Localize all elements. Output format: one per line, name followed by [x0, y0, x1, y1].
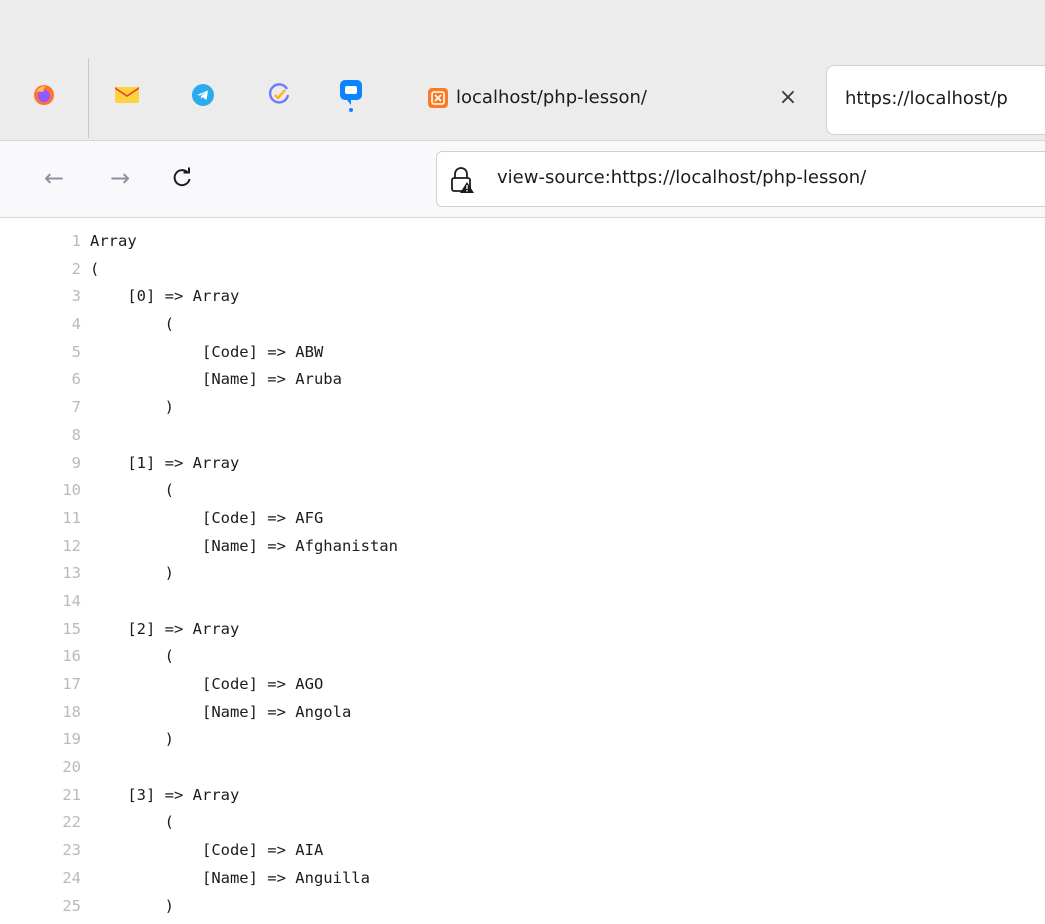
- line-number: 23: [0, 841, 90, 859]
- line-code: [Code] => AIA: [90, 841, 323, 859]
- insecure-lock-icon[interactable]: [449, 166, 477, 194]
- line-code: (: [90, 481, 174, 499]
- source-line: 11 [Code] => AFG: [0, 509, 1045, 537]
- source-line: 21 [3] => Array: [0, 786, 1045, 814]
- line-number: 22: [0, 813, 90, 831]
- source-line: 16 (: [0, 647, 1045, 675]
- source-line: 8: [0, 426, 1045, 454]
- line-code: [Name] => Aruba: [90, 370, 342, 388]
- source-line: 10 (: [0, 481, 1045, 509]
- line-code: [Name] => Angola: [90, 703, 351, 721]
- tab-second[interactable]: https://localhost/p: [826, 65, 1045, 135]
- source-line: 24 [Name] => Anguilla: [0, 869, 1045, 897]
- line-code: [2] => Array: [90, 620, 239, 638]
- source-line: 5 [Code] => ABW: [0, 343, 1045, 371]
- line-number: 19: [0, 730, 90, 748]
- line-number: 14: [0, 592, 90, 610]
- source-line: 1Array: [0, 232, 1045, 260]
- source-line: 22 (: [0, 813, 1045, 841]
- line-code: ): [90, 398, 174, 416]
- messenger-icon[interactable]: [337, 81, 365, 109]
- line-number: 9: [0, 454, 90, 472]
- line-number: 1: [0, 232, 90, 250]
- source-line: 7 ): [0, 398, 1045, 426]
- line-code: (: [90, 260, 99, 278]
- back-button[interactable]: ←: [37, 161, 71, 195]
- source-line: 19 ): [0, 730, 1045, 758]
- forward-button[interactable]: →: [103, 161, 137, 195]
- tab-title: localhost/php-lesson/: [456, 87, 647, 108]
- pinned-tabs-separator: [88, 58, 89, 138]
- line-number: 13: [0, 564, 90, 582]
- line-number: 10: [0, 481, 90, 499]
- reload-icon: [171, 167, 193, 189]
- line-code: [Code] => AGO: [90, 675, 323, 693]
- source-line: 25 ): [0, 897, 1045, 924]
- reload-button[interactable]: [165, 161, 199, 195]
- line-number: 21: [0, 786, 90, 804]
- source-line: 2(: [0, 260, 1045, 288]
- source-line: 15 [2] => Array: [0, 620, 1045, 648]
- tab-close-icon[interactable]: ×: [776, 85, 800, 110]
- line-code: (: [90, 813, 174, 831]
- line-code: [Name] => Anguilla: [90, 869, 370, 887]
- line-number: 20: [0, 758, 90, 776]
- source-line: 3 [0] => Array: [0, 287, 1045, 315]
- line-code: [0] => Array: [90, 287, 239, 305]
- line-code: [Name] => Afghanistan: [90, 537, 398, 555]
- source-line: 14: [0, 592, 1045, 620]
- line-code: [Code] => ABW: [90, 343, 323, 361]
- source-line: 13 ): [0, 564, 1045, 592]
- source-line: 17 [Code] => AGO: [0, 675, 1045, 703]
- source-line: 4 (: [0, 315, 1045, 343]
- source-line: 20: [0, 758, 1045, 786]
- navigation-toolbar: ← → view-source:https://localhost/php-le…: [0, 140, 1045, 218]
- line-number: 17: [0, 675, 90, 693]
- line-code: (: [90, 647, 174, 665]
- tasks-icon[interactable]: [265, 81, 293, 109]
- xampp-favicon-icon: [428, 88, 448, 108]
- line-number: 25: [0, 897, 90, 915]
- url-text: view-source:https://localhost/php-lesson…: [497, 167, 866, 188]
- line-code: (: [90, 315, 174, 333]
- page-source: 1Array2(3 [0] => Array4 (5 [Code] => ABW…: [0, 232, 1045, 924]
- line-code: ): [90, 897, 174, 915]
- line-code: [Code] => AFG: [90, 509, 323, 527]
- source-line: 12 [Name] => Afghanistan: [0, 537, 1045, 565]
- line-number: 16: [0, 647, 90, 665]
- line-code: ): [90, 564, 174, 582]
- tab-strip: localhost/php-lesson/ × https://localhos…: [0, 0, 1045, 140]
- gmail-icon[interactable]: [113, 81, 141, 109]
- line-number: 4: [0, 315, 90, 333]
- source-line: 6 [Name] => Aruba: [0, 370, 1045, 398]
- line-number: 12: [0, 537, 90, 555]
- line-number: 8: [0, 426, 90, 444]
- source-line: 18 [Name] => Angola: [0, 703, 1045, 731]
- source-line: 23 [Code] => AIA: [0, 841, 1045, 869]
- tab-active[interactable]: localhost/php-lesson/ ×: [410, 65, 816, 140]
- telegram-icon[interactable]: [189, 81, 217, 109]
- source-line: 9 [1] => Array: [0, 454, 1045, 482]
- line-number: 6: [0, 370, 90, 388]
- address-bar[interactable]: view-source:https://localhost/php-lesson…: [436, 151, 1045, 207]
- firefox-icon[interactable]: [30, 81, 58, 109]
- line-number: 3: [0, 287, 90, 305]
- line-number: 15: [0, 620, 90, 638]
- line-number: 24: [0, 869, 90, 887]
- line-number: 18: [0, 703, 90, 721]
- line-code: [3] => Array: [90, 786, 239, 804]
- tab-title: https://localhost/p: [845, 88, 1008, 109]
- line-code: [1] => Array: [90, 454, 239, 472]
- line-code: ): [90, 730, 174, 748]
- line-number: 5: [0, 343, 90, 361]
- line-number: 2: [0, 260, 90, 278]
- line-code: Array: [90, 232, 137, 250]
- line-number: 11: [0, 509, 90, 527]
- line-number: 7: [0, 398, 90, 416]
